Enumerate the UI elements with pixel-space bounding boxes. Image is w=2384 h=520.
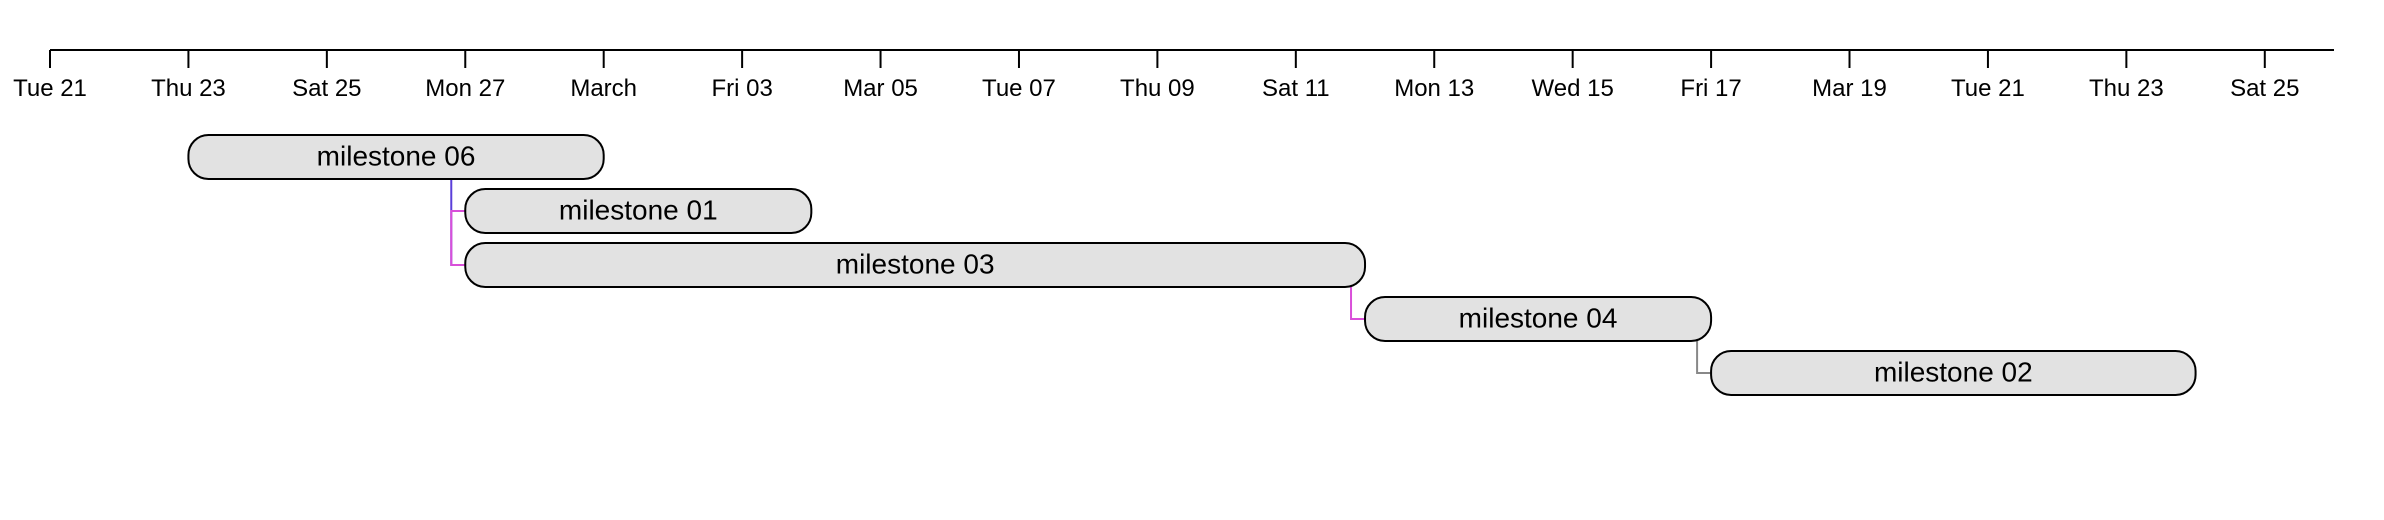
gantt-bar-label: milestone 06 xyxy=(317,140,476,171)
gantt-bar-label: milestone 04 xyxy=(1459,302,1618,333)
axis-tick-label: Mar 05 xyxy=(843,75,918,102)
axis-tick-label: Mar 19 xyxy=(1812,75,1887,102)
axis-tick-label: Fri 03 xyxy=(711,75,772,102)
axis-tick-label: Wed 15 xyxy=(1532,75,1614,102)
gantt-chart: Tue 21 Thu 23 Sat 25 Mon 27 March Fri 03 Mar 0… xyxy=(0,0,2384,520)
axis-tick-label: Thu 23 xyxy=(2089,75,2164,102)
gantt-bar-label: milestone 02 xyxy=(1874,356,2033,387)
dependency-arrow xyxy=(451,211,465,265)
gantt-bar-label: milestone 01 xyxy=(559,194,718,225)
axis-tick-label: Mon 13 xyxy=(1394,75,1474,102)
axis-tick-label: Mon 27 xyxy=(425,75,505,102)
axis-tick-label: Tue 21 xyxy=(13,75,87,102)
axis-tick-label: Thu 23 xyxy=(151,75,226,102)
axis-tick-label: March xyxy=(570,75,637,102)
gantt-bar-label: milestone 03 xyxy=(836,248,995,279)
axis-tick-label: Thu 09 xyxy=(1120,75,1195,102)
axis-tick-label: Sat 11 xyxy=(1262,75,1330,102)
axis-tick-label: Sat 25 xyxy=(2230,75,2299,102)
axis-tick-label: Tue 21 xyxy=(1951,75,2025,102)
axis-tick-label: Fri 17 xyxy=(1680,75,1741,102)
axis-tick-label: Sat 25 xyxy=(292,75,361,102)
axis-tick-label: Tue 07 xyxy=(982,75,1056,102)
